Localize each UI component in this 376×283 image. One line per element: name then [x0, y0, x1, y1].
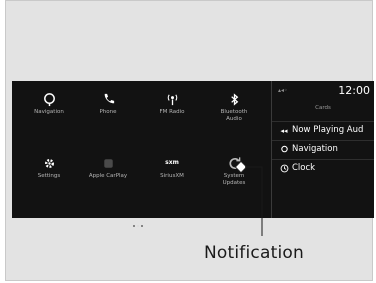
callout-label: Notification — [204, 243, 304, 263]
notification-badge — [234, 160, 248, 174]
callout-leader — [234, 160, 263, 236]
